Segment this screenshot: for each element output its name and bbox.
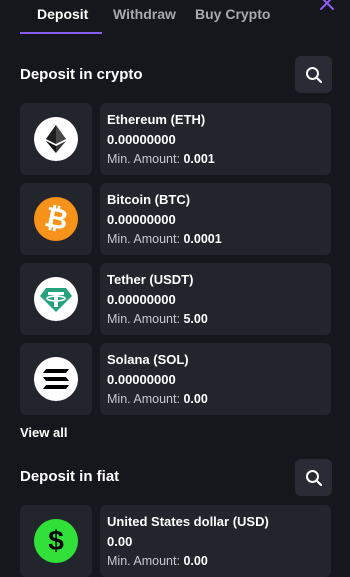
coin-min-amount: Min. Amount: 0.00 <box>107 392 208 406</box>
coin-balance: 0.00 <box>107 534 133 549</box>
dollar-icon: $ <box>34 519 78 563</box>
coin-min-amount: Min. Amount: 5.00 <box>107 312 208 326</box>
fiat-search-button[interactable] <box>295 459 332 496</box>
fiat-item-usd[interactable]: United States dollar (USD) 0.00 Min. Amo… <box>100 505 331 577</box>
min-value: 0.0001 <box>183 232 222 246</box>
crypto-section-title: Deposit in crypto <box>20 66 143 83</box>
solana-icon-box[interactable] <box>20 343 92 415</box>
coin-min-amount: Min. Amount: 0.00 <box>107 554 208 568</box>
view-all-link[interactable]: View all <box>20 425 67 440</box>
coin-name: Solana (SOL) <box>107 352 189 367</box>
active-tab-indicator <box>20 32 102 34</box>
coin-balance: 0.00000000 <box>107 372 176 387</box>
min-value: 0.00 <box>183 392 208 406</box>
coin-name: United States dollar (USD) <box>107 514 269 529</box>
tab-withdraw[interactable]: Withdraw <box>113 6 176 22</box>
tab-bar: Deposit Withdraw Buy Crypto <box>0 0 350 36</box>
bitcoin-icon-box[interactable]: ₿ <box>20 183 92 255</box>
ethereum-icon-box[interactable] <box>20 103 92 175</box>
tab-deposit[interactable]: Deposit <box>37 6 88 22</box>
crypto-item-btc[interactable]: Bitcoin (BTC) 0.00000000 Min. Amount: 0.… <box>100 183 331 255</box>
coin-min-amount: Min. Amount: 0.0001 <box>107 232 222 246</box>
dollar-icon-box[interactable]: $ <box>20 505 92 577</box>
coin-name: Bitcoin (BTC) <box>107 192 191 207</box>
bitcoin-icon: ₿ <box>34 197 78 241</box>
coin-balance: 0.00000000 <box>107 132 176 147</box>
tab-buy-crypto[interactable]: Buy Crypto <box>195 6 270 22</box>
fiat-section-title: Deposit in fiat <box>20 468 120 485</box>
min-value: 5.00 <box>183 312 208 326</box>
crypto-item-usdt[interactable]: Tether (USDT) 0.00000000 Min. Amount: 5.… <box>100 263 331 335</box>
min-label: Min. Amount: <box>107 392 180 406</box>
min-label: Min. Amount: <box>107 554 180 568</box>
min-label: Min. Amount: <box>107 312 180 326</box>
min-label: Min. Amount: <box>107 152 180 166</box>
coin-name: Ethereum (ETH) <box>107 112 206 127</box>
coin-min-amount: Min. Amount: 0.001 <box>107 152 215 166</box>
min-value: 0.001 <box>183 152 215 166</box>
min-value: 0.00 <box>183 554 208 568</box>
crypto-item-sol[interactable]: Solana (SOL) 0.00000000 Min. Amount: 0.0… <box>100 343 331 415</box>
search-icon <box>305 469 322 486</box>
close-icon[interactable] <box>318 0 336 12</box>
tether-icon <box>34 277 78 321</box>
ethereum-icon <box>34 117 78 161</box>
crypto-search-button[interactable] <box>295 56 332 93</box>
crypto-item-eth[interactable]: Ethereum (ETH) 0.00000000 Min. Amount: 0… <box>100 103 331 175</box>
coin-name: Tether (USDT) <box>107 272 194 287</box>
coin-balance: 0.00000000 <box>107 292 176 307</box>
tether-icon-box[interactable] <box>20 263 92 335</box>
coin-balance: 0.00000000 <box>107 212 176 227</box>
min-label: Min. Amount: <box>107 232 180 246</box>
search-icon <box>305 66 322 83</box>
solana-icon <box>34 357 78 401</box>
